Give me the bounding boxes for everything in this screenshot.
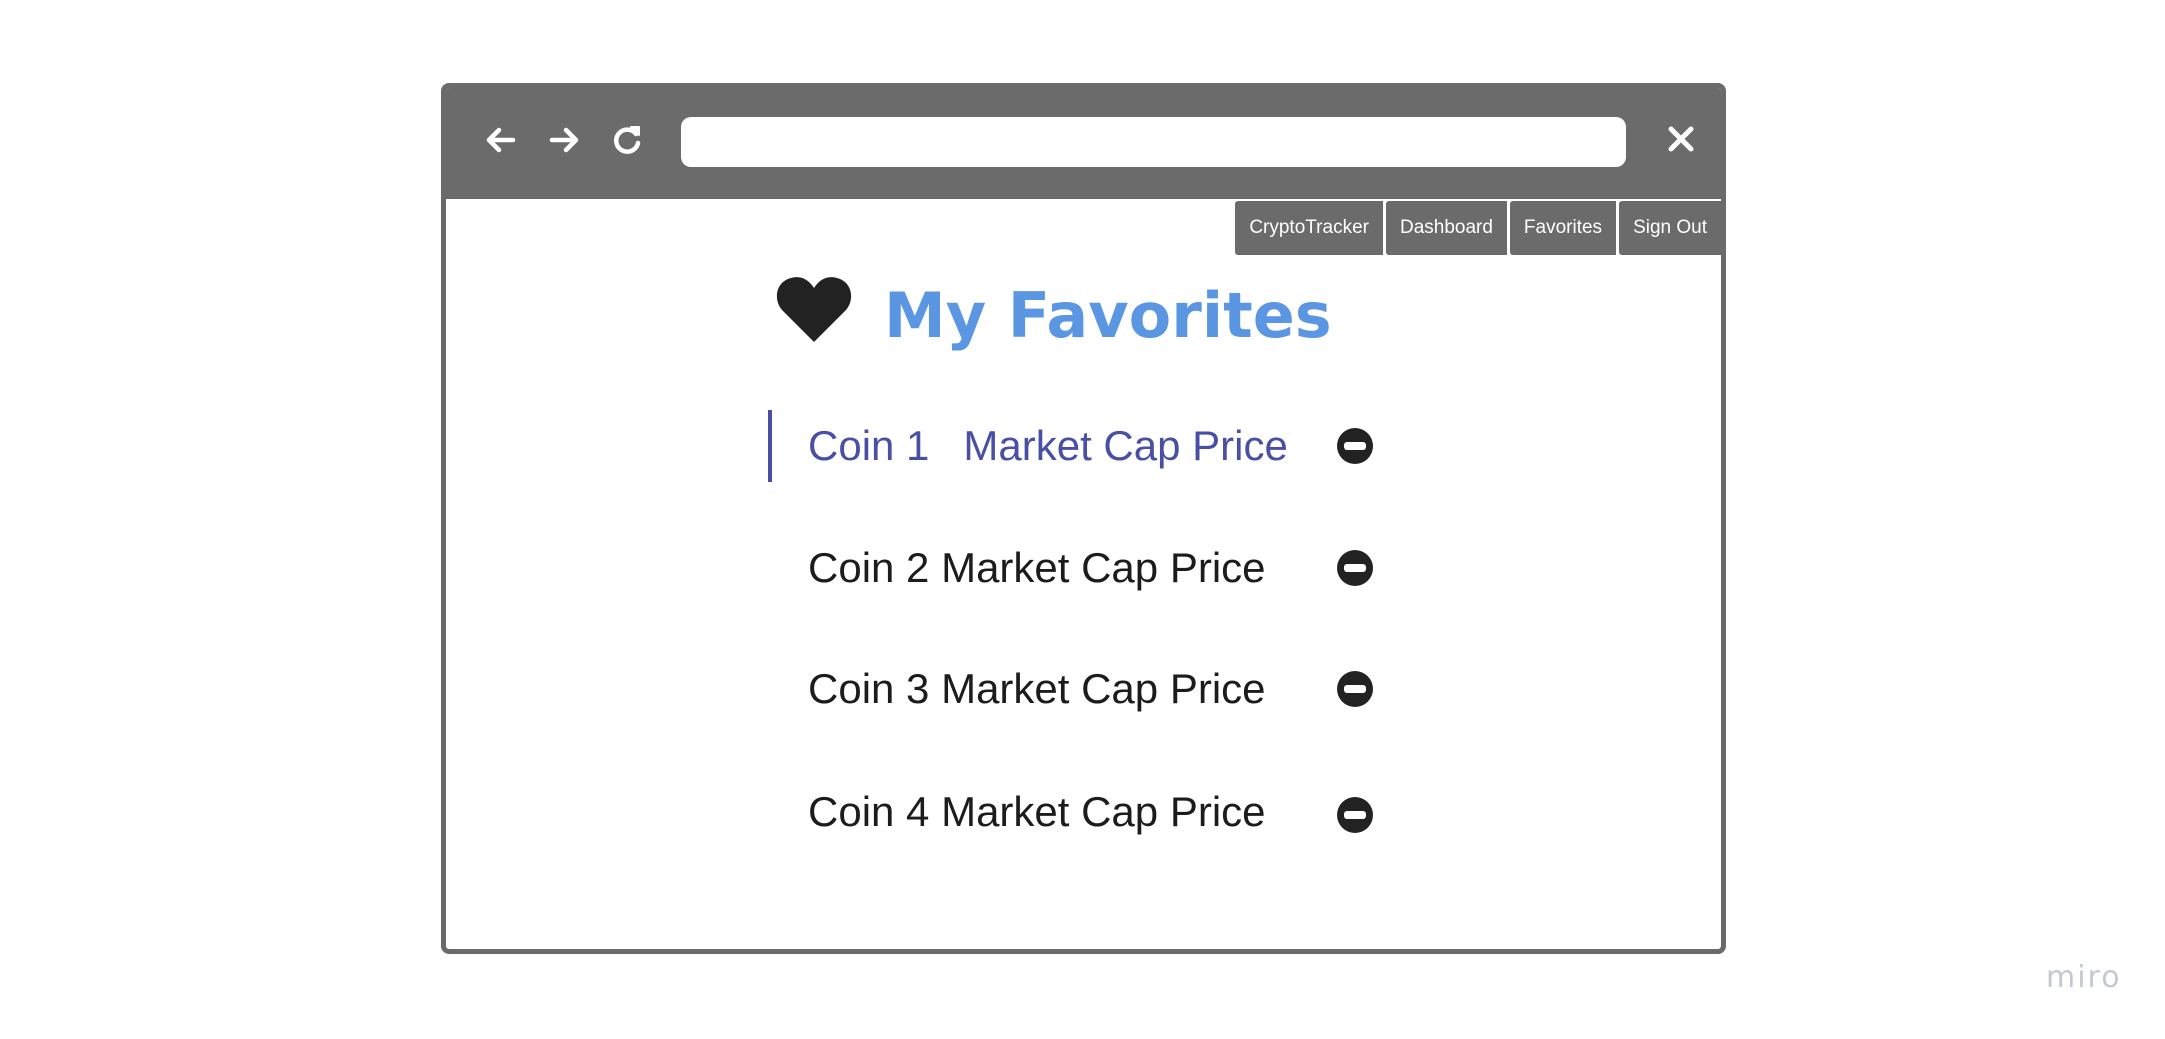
favorite-row-text: Coin 1 Market Cap Price bbox=[808, 410, 1288, 482]
nav-item-dashboard[interactable]: Dashboard bbox=[1385, 201, 1507, 255]
close-button[interactable] bbox=[1661, 119, 1701, 159]
minus-circle-icon bbox=[1337, 428, 1373, 464]
favorite-row-text: Coin 4 Market Cap Price bbox=[808, 776, 1266, 848]
remove-favorite-button[interactable] bbox=[1336, 670, 1374, 708]
back-arrow-icon bbox=[486, 127, 516, 153]
page-title: My Favorites bbox=[884, 279, 1332, 352]
favorite-row-text: Coin 3 Market Cap Price bbox=[808, 653, 1266, 725]
favorite-row-text: Coin 2 Market Cap Price bbox=[808, 532, 1266, 604]
forward-button[interactable] bbox=[542, 118, 586, 162]
nav-item-favorites[interactable]: Favorites bbox=[1509, 201, 1617, 255]
minus-circle-icon bbox=[1337, 797, 1373, 833]
favorite-row-coin-2[interactable]: Coin 2 Market Cap Price bbox=[768, 532, 1378, 604]
minus-circle-icon bbox=[1337, 671, 1373, 707]
remove-favorite-button[interactable] bbox=[1336, 427, 1374, 465]
top-navigation: CryptoTracker Dashboard Favorites Sign O… bbox=[1232, 201, 1721, 255]
favorite-row-coin-1[interactable]: Coin 1 Market Cap Price bbox=[768, 410, 1378, 482]
coin-name: Coin 3 bbox=[808, 665, 930, 712]
reload-icon bbox=[614, 126, 641, 154]
coin-name: Coin 2 bbox=[808, 544, 930, 591]
close-icon bbox=[1668, 126, 1694, 152]
heart-icon bbox=[775, 274, 853, 344]
remove-favorite-button[interactable] bbox=[1336, 549, 1374, 587]
nav-item-sign-out[interactable]: Sign Out bbox=[1619, 201, 1721, 255]
coin-details: Market Cap Price bbox=[941, 665, 1266, 712]
coin-name: Coin 1 bbox=[808, 422, 930, 469]
coin-name: Coin 4 bbox=[808, 788, 930, 835]
active-indicator bbox=[768, 410, 772, 482]
forward-arrow-icon bbox=[549, 127, 579, 153]
coin-details: Market Cap Price bbox=[941, 544, 1266, 591]
nav-item-cryptotracker[interactable]: CryptoTracker bbox=[1235, 201, 1383, 255]
coin-details: Market Cap Price bbox=[941, 788, 1266, 835]
back-button[interactable] bbox=[479, 118, 523, 162]
browser-window: CryptoTracker Dashboard Favorites Sign O… bbox=[441, 83, 1726, 954]
miro-watermark: miro bbox=[2046, 960, 2122, 995]
coin-details: Market Cap Price bbox=[963, 422, 1288, 469]
reload-button[interactable] bbox=[605, 118, 649, 162]
favorite-row-coin-3[interactable]: Coin 3 Market Cap Price bbox=[768, 653, 1378, 725]
favorite-row-coin-4[interactable]: Coin 4 Market Cap Price bbox=[768, 776, 1378, 848]
minus-circle-icon bbox=[1337, 550, 1373, 586]
browser-toolbar bbox=[446, 88, 1721, 199]
address-bar[interactable] bbox=[681, 117, 1626, 167]
remove-favorite-button[interactable] bbox=[1336, 796, 1374, 834]
